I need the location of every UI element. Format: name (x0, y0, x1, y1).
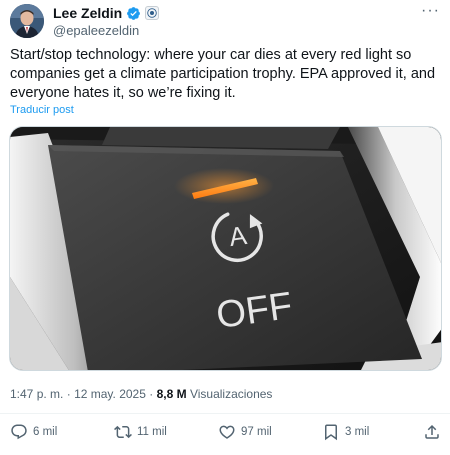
reply-icon (11, 424, 27, 440)
repost-icon (114, 425, 132, 439)
repost-count: 11 mil (137, 426, 167, 438)
tweet-text: Start/stop technology: where your car di… (10, 47, 436, 101)
action-bar: 6 mil 11 mil 97 mil 3 mil (0, 423, 450, 445)
tweet-image[interactable]: A OFF (9, 126, 442, 371)
tweet-time[interactable]: 1:47 p. m. (10, 387, 63, 401)
bookmark-icon (325, 424, 337, 441)
views-label: Visualizaciones (189, 387, 273, 401)
author-name[interactable]: Lee Zeldin (53, 5, 122, 21)
repost-button[interactable]: 11 mil (114, 423, 167, 441)
avatar[interactable] (10, 4, 44, 38)
heart-icon (219, 425, 235, 439)
tweet-date[interactable]: 12 may. 2025 (74, 387, 146, 401)
translate-post-link[interactable]: Traducir post (10, 104, 74, 116)
tweet-meta: 1:47 p. m. · 12 may. 2025 · 8,8 M Visual… (10, 387, 272, 401)
reply-button[interactable]: 6 mil (10, 423, 57, 441)
government-seal-icon (145, 6, 160, 20)
like-button[interactable]: 97 mil (218, 423, 272, 441)
meta-separator: · (149, 387, 157, 401)
meta-separator: · (66, 387, 75, 401)
author-handle[interactable]: @epaleezeldin (53, 23, 139, 38)
bookmark-count: 3 mil (345, 426, 370, 438)
tweet-header: Lee Zeldin @epaleezeldin ··· (8, 3, 442, 40)
reply-count: 6 mil (33, 426, 58, 438)
verified-badge-icon (127, 6, 141, 20)
like-count: 97 mil (241, 426, 272, 438)
views-count: 8,8 M (156, 387, 187, 401)
share-icon (425, 424, 439, 439)
bookmark-button[interactable]: 3 mil (322, 423, 369, 441)
divider (0, 413, 450, 414)
share-button[interactable] (423, 423, 441, 441)
more-options-icon[interactable]: ··· (421, 3, 440, 19)
